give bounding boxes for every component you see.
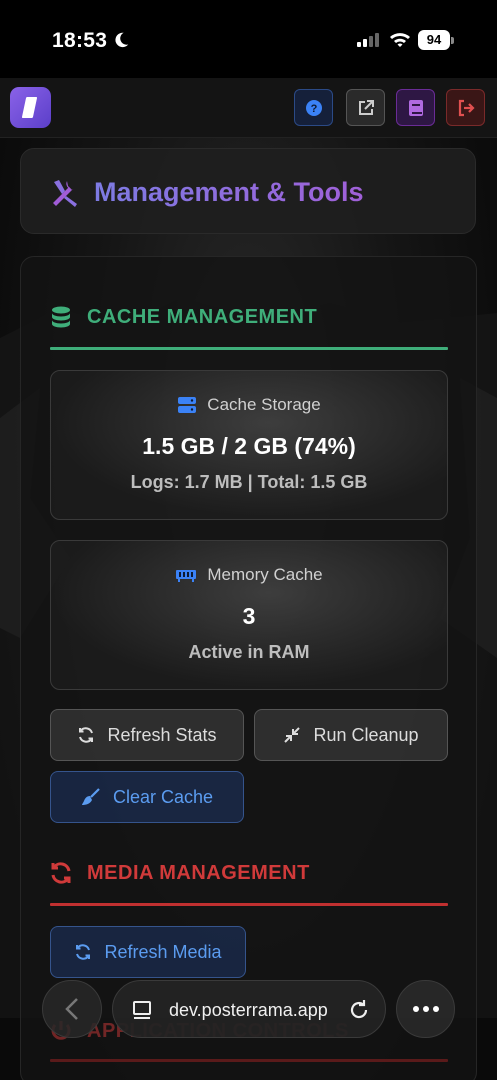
wifi-icon (390, 33, 410, 47)
cache-section-divider (50, 347, 448, 350)
cache-storage-detail: Logs: 1.7 MB | Total: 1.5 GB (130, 472, 368, 492)
run-cleanup-label: Run Cleanup (313, 724, 419, 745)
open-external-button[interactable] (346, 89, 385, 126)
memory-cache-value: 3 (242, 603, 256, 629)
chevron-left-icon (65, 998, 78, 1020)
memory-cache-detail: Active in RAM (188, 642, 310, 662)
moon-icon (115, 32, 129, 48)
clear-cache-button[interactable]: Clear Cache (50, 771, 244, 823)
page-header: Management & Tools (20, 148, 476, 234)
media-section-header: MEDIA MANAGEMENT (49, 861, 310, 885)
refresh-stats-button[interactable]: Refresh Stats (50, 709, 244, 761)
memory-cache-label: Memory Cache (207, 565, 323, 584)
cache-section-header: CACHE MANAGEMENT (49, 305, 317, 329)
page-title: Management & Tools (94, 177, 364, 207)
tools-icon (53, 180, 77, 207)
refresh-media-label: Refresh Media (104, 941, 222, 962)
management-panel: CACHE MANAGEMENT Cache Storage 1.5 GB / … (20, 256, 477, 1080)
status-bar: 18:53 94 (0, 0, 497, 78)
database-icon (52, 306, 70, 328)
sync-icon (51, 862, 71, 884)
media-section-title: MEDIA MANAGEMENT (87, 861, 310, 884)
top-nav: ? (0, 78, 497, 138)
run-cleanup-button[interactable]: Run Cleanup (254, 709, 448, 761)
cache-storage-value: 1.5 GB / 2 GB (74%) (142, 433, 356, 459)
more-icon (412, 1006, 439, 1012)
docs-button[interactable] (396, 89, 435, 126)
browser-back-button[interactable] (42, 980, 102, 1038)
clock: 18:53 (52, 29, 108, 52)
help-icon: ? (305, 99, 322, 116)
memory-cache-card: Memory Cache 3 Active in RAM (50, 540, 448, 690)
external-link-icon (358, 99, 374, 115)
application-section-divider (50, 1059, 448, 1062)
address-bar[interactable]: dev.posterrama.app (112, 980, 386, 1038)
reload-icon[interactable] (347, 998, 371, 1022)
memory-icon (176, 570, 197, 582)
cache-section-title: CACHE MANAGEMENT (87, 305, 318, 328)
more-options-button[interactable] (396, 980, 455, 1038)
book-icon (408, 99, 423, 116)
clear-cache-label: Clear Cache (112, 786, 214, 807)
app-logo[interactable] (10, 87, 51, 128)
compress-icon (284, 727, 301, 743)
battery-level: 94 (418, 30, 450, 50)
cache-storage-label: Cache Storage (207, 395, 321, 414)
hard-drive-icon (178, 397, 197, 413)
logout-button[interactable] (446, 89, 485, 126)
cache-storage-card: Cache Storage 1.5 GB / 2 GB (74%) Logs: … (50, 370, 448, 520)
media-section-divider (50, 903, 448, 906)
battery-indicator: 94 (418, 30, 454, 50)
refresh-media-button[interactable]: Refresh Media (50, 926, 246, 978)
logout-icon (458, 99, 475, 116)
refresh-stats-label: Refresh Stats (107, 724, 217, 745)
page-menu-icon (133, 1001, 151, 1019)
broom-icon (81, 788, 100, 805)
refresh-icon (76, 944, 91, 960)
refresh-icon (79, 727, 94, 743)
svg-text:?: ? (310, 103, 317, 115)
signal-icon (357, 33, 379, 47)
url-text: dev.posterrama.app (169, 1000, 328, 1020)
help-button[interactable]: ? (294, 89, 333, 126)
